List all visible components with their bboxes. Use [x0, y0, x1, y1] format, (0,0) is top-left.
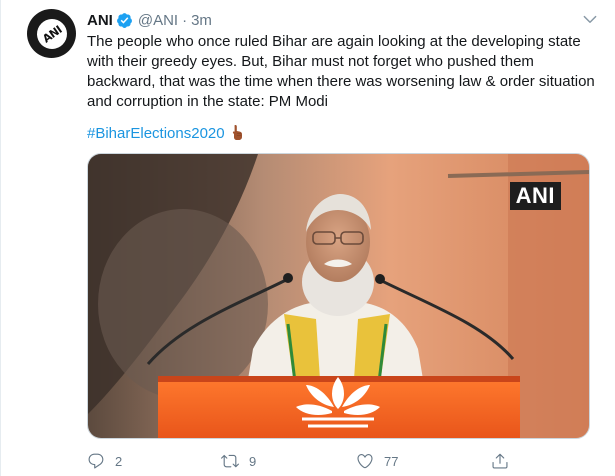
reply-count: 2 [115, 453, 123, 469]
tweet-text-line: The people who once ruled Bihar are agai… [87, 33, 581, 50]
tweet-text-line: backward, that was the time when there w… [87, 73, 595, 90]
media-watermark: ANI [509, 182, 561, 210]
separator-dot: · [182, 11, 188, 29]
retweet-icon [221, 454, 239, 468]
tweet-media-image[interactable]: ANI [87, 153, 590, 439]
reply-icon [88, 453, 104, 469]
avatar-logo-text: ANI [39, 22, 64, 45]
ani-logo: ANI [30, 12, 73, 55]
author-name[interactable]: ANI [87, 12, 113, 29]
tweet-text-line: and corruption in the state: PM Modi [87, 93, 328, 110]
avatar[interactable]: ANI [27, 9, 76, 58]
tweet-actions: 2 9 77 [87, 452, 602, 470]
tweet-card[interactable]: ANI ANI @ANI · 3m The people who once ru… [0, 0, 615, 476]
retweet-count: 9 [249, 453, 257, 469]
tweet-header: ANI @ANI · 3m [87, 10, 212, 30]
like-count: 77 [384, 453, 399, 469]
verified-badge-icon [116, 12, 132, 28]
like-icon [357, 454, 373, 469]
like-button[interactable]: 77 [356, 452, 398, 470]
author-handle[interactable]: @ANI [138, 12, 178, 29]
caret-down-icon[interactable] [581, 10, 599, 28]
tweet-text-line: with their greedy eyes. But, Bihar must … [87, 53, 534, 70]
tweet-text: The people who once ruled Bihar are agai… [87, 32, 602, 112]
index-finger-emoji [232, 125, 242, 140]
hashtag-link[interactable]: #BiharElections2020 [87, 125, 225, 142]
share-button[interactable] [491, 452, 509, 470]
reply-button[interactable]: 2 [87, 452, 122, 470]
retweet-button[interactable]: 9 [221, 452, 256, 470]
hashtag-line: #BiharElections2020 [87, 124, 243, 144]
timestamp[interactable]: 3m [191, 12, 212, 29]
share-icon [492, 453, 508, 469]
